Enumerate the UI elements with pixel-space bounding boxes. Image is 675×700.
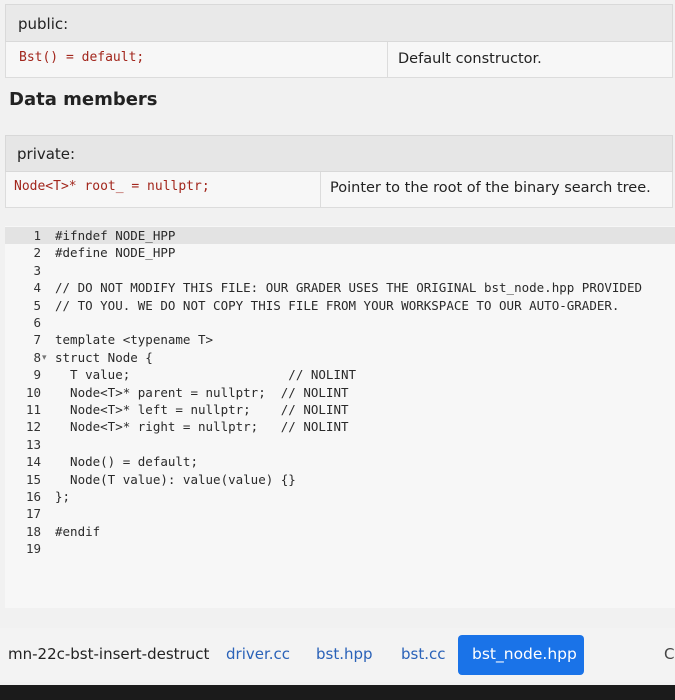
code-line: template <typename T> [55,332,214,348]
code-editor[interactable]: 1 #ifndef NODE_HPP 2 #define NODE_HPP 3 4 // D… [5,226,675,608]
line-number: 5 [33,297,41,313]
code-line: Node<T>* parent = nullptr; // NOLINT [55,384,349,400]
active-tab-label: bst_node.hpp [472,645,577,663]
public-member-row: Bst() = default; Default constructor. [5,42,673,78]
line-number: 1 [33,228,41,243]
column-divider [320,172,321,207]
code-line: // DO NOT MODIFY THIS FILE: OUR GRADER U… [55,280,642,296]
root-member-description: Pointer to the root of the binary search… [330,180,651,196]
tab-overflow[interactable]: C [664,645,674,663]
code-line: struct Node { [55,349,153,365]
public-section-header: public: [5,4,673,42]
code-line: }; [55,489,71,504]
fold-toggle-icon[interactable]: ▾ [42,353,47,363]
line-number: 16 [25,489,41,504]
line-number: 9 [33,367,41,383]
line-number: 7 [33,332,41,348]
line-number: 6 [33,315,41,330]
code-line: #endif [55,523,101,539]
private-member-row: Node<T>* root_ = nullptr; Pointer to the… [5,172,673,208]
tab-bst-hpp[interactable]: bst.hpp [316,645,373,663]
line-number: 14 [25,454,41,470]
line-number: 13 [25,436,41,452]
column-divider [387,42,388,77]
line-number: 17 [25,506,41,522]
file-tab-bar: mn-22c-bst-insert-destruct driver.cc bst… [0,628,675,682]
line-number: 15 [25,471,41,487]
line-number: 18 [25,523,41,539]
line-number: 11 [25,402,41,417]
code-line: T value; // NOLINT [55,367,357,383]
line-number: 10 [25,384,41,400]
tab-bst-cc[interactable]: bst.cc [401,645,445,663]
data-members-heading: Data members [9,89,158,110]
line-number: 12 [25,419,41,435]
root-member-code: Node<T>* root_ = nullptr; [14,179,210,194]
line-number: 19 [25,541,41,557]
code-line: #ifndef NODE_HPP [55,228,176,243]
private-section-header: private: [5,135,673,172]
code-line: #define NODE_HPP [55,245,176,261]
default-constructor-code: Bst() = default; [19,50,145,65]
project-name: mn-22c-bst-insert-destruct [8,645,210,663]
code-line: // TO YOU. WE DO NOT COPY THIS FILE FROM… [55,297,620,313]
tab-bst-node-hpp-active[interactable]: bst_node.hpp [458,635,584,675]
code-line: Node<T>* right = nullptr; // NOLINT [55,419,349,435]
line-number: 2 [33,245,41,261]
bottom-bar [0,685,675,700]
line-number: 8 [33,349,41,365]
line-number: 4 [33,280,41,296]
line-number: 3 [33,262,41,278]
code-line: Node<T>* left = nullptr; // NOLINT [55,402,349,417]
code-line: Node(T value): value(value) {} [55,471,296,487]
public-label: public: [18,15,69,33]
private-label: private: [17,145,76,163]
default-constructor-description: Default constructor. [398,51,542,67]
code-line: Node() = default; [55,454,198,470]
tab-driver-cc[interactable]: driver.cc [226,645,290,663]
